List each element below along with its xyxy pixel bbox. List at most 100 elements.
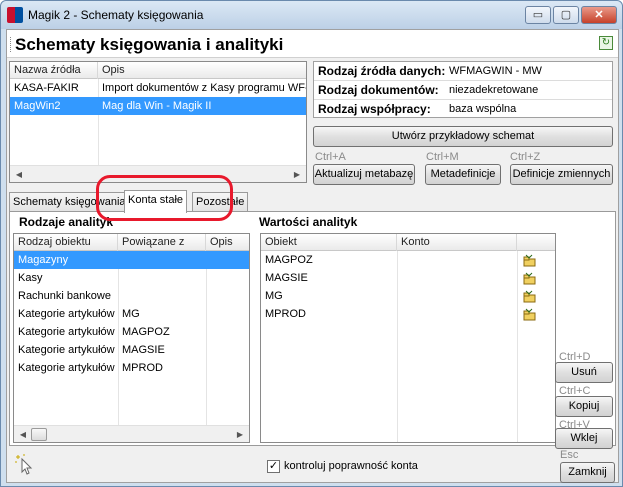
- info-row: Rodzaj dokumentów: niezadekretowane: [314, 81, 612, 100]
- table-row[interactable]: MagWin2 Mag dla Win - Magik II: [10, 97, 306, 115]
- pick-account-icon[interactable]: [523, 290, 536, 303]
- linked-cell: [118, 269, 206, 287]
- column-header[interactable]: Opis: [98, 62, 306, 79]
- close-button[interactable]: Zamknij: [560, 462, 615, 483]
- tab-panel: Rodzaje analityk Wartości analityk Rodza…: [9, 211, 616, 449]
- analytics-values-header: Obiekt Konto: [261, 234, 555, 251]
- column-header[interactable]: Konto: [397, 234, 517, 251]
- pick-account-icon[interactable]: [523, 254, 536, 267]
- scroll-right-icon[interactable]: ▶: [233, 428, 247, 441]
- sources-table-header: Nazwa źródła Opis: [10, 62, 306, 79]
- source-desc-cell: Import dokumentów z Kasy programu WF-Fa: [102, 82, 307, 94]
- analytics-types-title: Rodzaje analityk: [19, 215, 114, 229]
- table-row[interactable]: MG: [261, 287, 555, 305]
- validate-account-checkbox[interactable]: ✓: [267, 460, 280, 473]
- scroll-left-icon[interactable]: ◀: [16, 428, 30, 441]
- grip-icon: [10, 37, 12, 52]
- source-desc-cell: Mag dla Win - Magik II: [102, 100, 212, 112]
- source-name-cell: KASA-FAKIR: [14, 82, 79, 94]
- table-row[interactable]: Kategorie artykułów MAGPOZ: [14, 323, 249, 341]
- object-type-cell: Kategorie artykułów: [18, 344, 115, 356]
- analytics-types-header: Rodzaj obiektu Powiązane z Opis: [14, 234, 249, 251]
- scroll-right-icon[interactable]: ▶: [290, 168, 304, 181]
- linked-cell: [118, 287, 206, 305]
- pick-account-icon[interactable]: [523, 308, 536, 321]
- table-row[interactable]: Kategorie artykułów MG: [14, 305, 249, 323]
- table-row[interactable]: MAGSIE: [261, 269, 555, 287]
- header: Schematy księgowania i analityki ↻: [7, 30, 618, 58]
- table-row[interactable]: MAGPOZ: [261, 251, 555, 269]
- object-type-cell: Kasy: [18, 272, 43, 284]
- column-header[interactable]: Nazwa źródła: [10, 62, 98, 79]
- shortcut-hint: Esc: [560, 449, 579, 461]
- shortcut-hint: Ctrl+M: [426, 151, 459, 163]
- column-header[interactable]: Opis: [206, 234, 249, 251]
- sources-table: Nazwa źródła Opis KASA-FAKIR Import doku…: [9, 61, 307, 183]
- scroll-left-icon[interactable]: ◀: [12, 168, 26, 181]
- analytics-types-hscrollbar[interactable]: ◀ ▶: [14, 425, 249, 442]
- column-header[interactable]: Obiekt: [261, 234, 397, 251]
- create-example-schema-button[interactable]: Utwórz przykładowy schemat: [313, 126, 613, 147]
- shortcut-hint: Ctrl+A: [315, 151, 346, 163]
- cursor-wand-icon: [15, 454, 33, 475]
- object-type-cell: Magazyny: [18, 254, 69, 266]
- object-cell: MG: [265, 290, 283, 302]
- minimize-button[interactable]: ▭: [525, 6, 551, 24]
- info-row: Rodzaj źródła danych: WFMAGWIN - MW: [314, 62, 612, 81]
- source-info-panel: Rodzaj źródła danych: WFMAGWIN - MW Rodz…: [313, 61, 613, 118]
- column-header[interactable]: Powiązane z: [118, 234, 206, 251]
- pick-account-icon[interactable]: [523, 272, 536, 285]
- paste-button[interactable]: Wklej: [555, 428, 613, 449]
- variable-definitions-button[interactable]: Definicje zmiennych: [510, 164, 613, 185]
- update-metabase-button[interactable]: Aktualizuj metabazę: [313, 164, 415, 185]
- info-value: WFMAGWIN - MW: [449, 65, 542, 77]
- column-header-blank: [517, 234, 555, 251]
- linked-cell: MAGPOZ: [122, 326, 170, 338]
- title-bar: Magik 2 - Schematy księgowania ▭ ▢ ✕: [1, 1, 622, 29]
- refresh-icon[interactable]: ↻: [599, 36, 613, 50]
- copy-button[interactable]: Kopiuj: [555, 396, 613, 417]
- account-cell: [397, 269, 517, 287]
- account-cell: [397, 251, 517, 269]
- source-name-cell: MagWin2: [14, 100, 61, 112]
- table-row[interactable]: Kategorie artykułów MAGSIE: [14, 341, 249, 359]
- info-label: Rodzaj dokumentów:: [318, 83, 439, 97]
- table-row[interactable]: Magazyny: [14, 251, 249, 269]
- table-row[interactable]: Rachunki bankowe: [14, 287, 249, 305]
- analytics-values-title: Wartości analityk: [259, 215, 358, 229]
- main-window: Magik 2 - Schematy księgowania ▭ ▢ ✕ Sch…: [0, 0, 623, 487]
- linked-cell: [118, 251, 206, 269]
- analytics-types-table: Rodzaj obiektu Powiązane z Opis Magazyny…: [13, 233, 250, 443]
- metadefinitions-button[interactable]: Metadefinicje: [425, 164, 501, 185]
- validate-account-label: kontroluj poprawność konta: [284, 460, 418, 472]
- info-value: baza wspólna: [449, 103, 517, 115]
- column-header[interactable]: Rodzaj obiektu: [14, 234, 118, 251]
- table-row[interactable]: Kategorie artykułów MPROD: [14, 359, 249, 377]
- delete-button[interactable]: Usuń: [555, 362, 613, 383]
- tab-fixed-accounts[interactable]: Konta stałe: [124, 190, 188, 213]
- info-row: Rodzaj współpracy: baza wspólna: [314, 100, 612, 119]
- account-cell: [397, 287, 517, 305]
- page-title: Schematy księgowania i analityki: [15, 35, 284, 54]
- window-title: Magik 2 - Schematy księgowania: [28, 8, 204, 22]
- linked-cell: MPROD: [122, 362, 163, 374]
- client-area: Schematy księgowania i analityki ↻ Nazwa…: [6, 29, 619, 483]
- table-row[interactable]: KASA-FAKIR Import dokumentów z Kasy prog…: [10, 79, 306, 97]
- account-cell: [397, 305, 517, 323]
- object-type-cell: Kategorie artykułów: [18, 308, 115, 320]
- linked-cell: MG: [122, 308, 140, 320]
- object-type-cell: Rachunki bankowe: [18, 290, 111, 302]
- info-label: Rodzaj współpracy:: [318, 102, 431, 116]
- linked-cell: MAGSIE: [122, 344, 165, 356]
- object-cell: MAGSIE: [265, 272, 308, 284]
- shortcut-hint: Ctrl+Z: [510, 151, 541, 163]
- table-row[interactable]: Kasy: [14, 269, 249, 287]
- scroll-thumb[interactable]: [31, 428, 47, 441]
- object-cell: MAGPOZ: [265, 254, 313, 266]
- info-value: niezadekretowane: [449, 84, 539, 96]
- object-cell: MPROD: [265, 308, 306, 320]
- info-label: Rodzaj źródła danych:: [318, 64, 446, 78]
- close-window-button[interactable]: ✕: [581, 6, 617, 24]
- maximize-button[interactable]: ▢: [553, 6, 579, 24]
- table-row[interactable]: MPROD: [261, 305, 555, 323]
